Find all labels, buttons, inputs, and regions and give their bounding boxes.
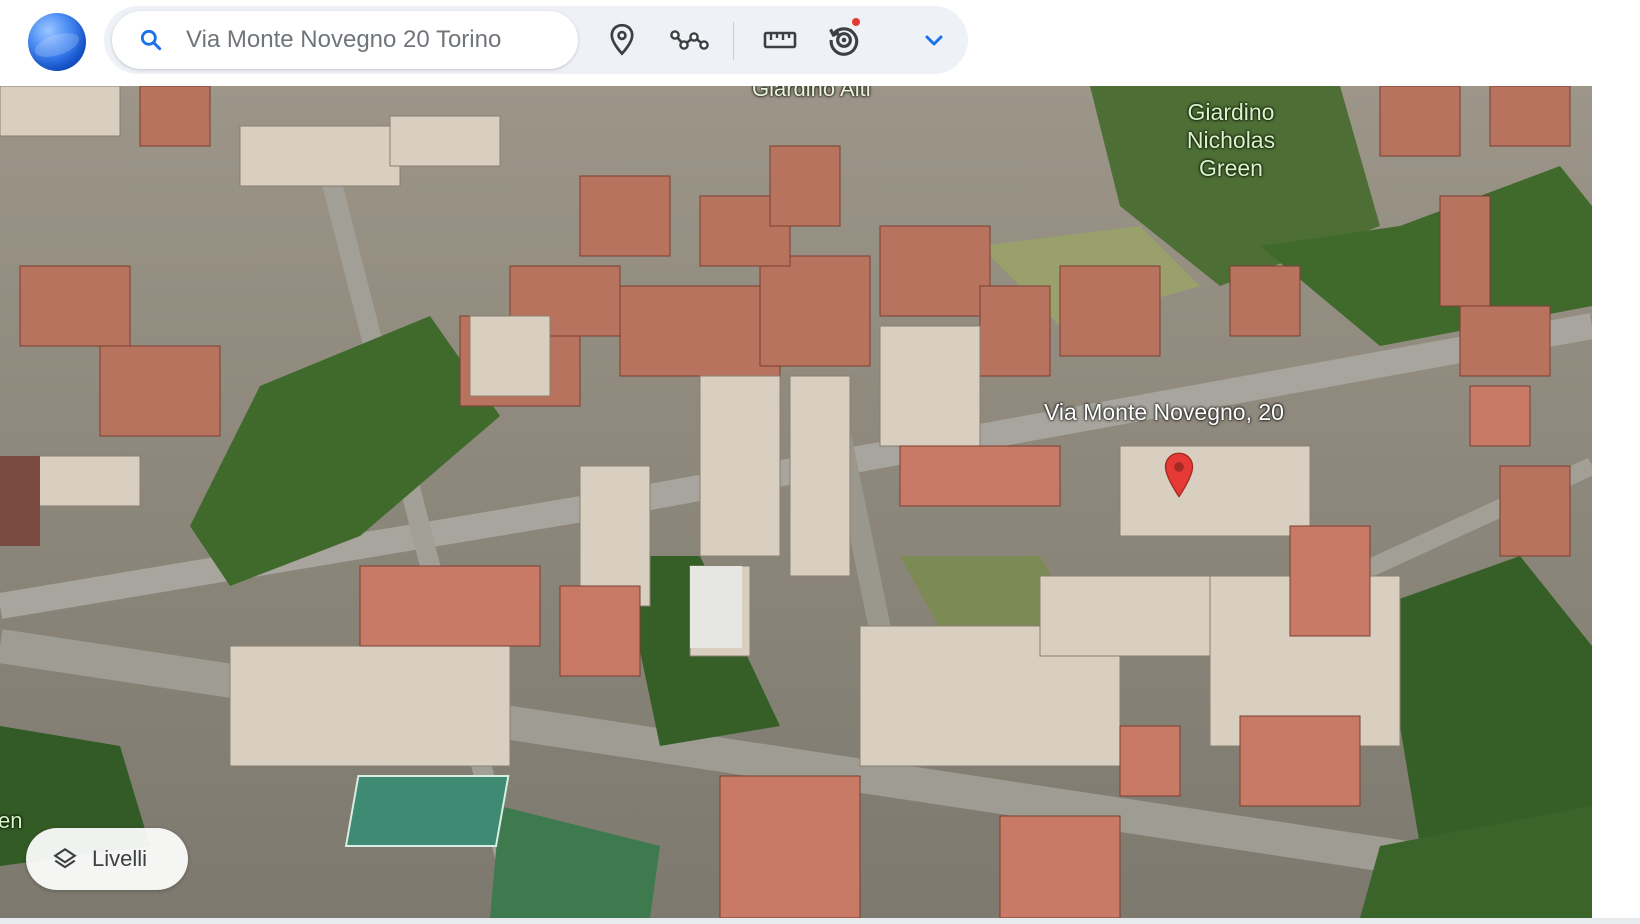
add-placemark-button[interactable] <box>600 18 644 62</box>
park-label-line: Nicholas <box>1186 127 1276 153</box>
map-label-partial-left: en <box>0 808 23 833</box>
historical-imagery-button[interactable] <box>822 18 866 62</box>
chevron-down-icon <box>925 35 943 46</box>
path-icon <box>670 30 709 50</box>
top-toolbar <box>0 0 1640 86</box>
draw-path-button[interactable] <box>668 18 712 62</box>
toolbar-divider <box>733 22 734 60</box>
historical-imagery-icon <box>829 27 859 56</box>
place-marker-icon <box>610 23 634 56</box>
park-label-line: Green <box>1199 155 1263 181</box>
search-input[interactable] <box>186 20 546 60</box>
right-margin <box>1592 86 1640 918</box>
layers-label: Livelli <box>92 846 148 871</box>
measure-button[interactable] <box>758 18 802 62</box>
map-label-park: Giardino Nicholas Green <box>1176 98 1286 182</box>
google-earth-globe-icon[interactable] <box>28 13 86 71</box>
search-icon <box>140 29 162 51</box>
map-label-address: Via Monte Novegno, 20 <box>1044 399 1284 425</box>
bottom-strip <box>0 918 1640 924</box>
location-pin-icon[interactable] <box>1162 452 1196 498</box>
layers-icon <box>53 847 77 869</box>
aerial-imagery <box>0 86 1592 918</box>
map-view[interactable]: Giardino Alti Giardino Nicholas Green Vi… <box>0 86 1592 918</box>
map-label-partial-top: Giardino Alti <box>752 86 871 101</box>
ruler-icon <box>763 31 797 49</box>
layers-button[interactable]: Livelli <box>26 828 188 890</box>
search-box[interactable] <box>112 11 578 69</box>
notification-dot <box>852 18 860 26</box>
park-label-line: Giardino <box>1187 99 1275 125</box>
more-tools-button[interactable] <box>912 18 956 62</box>
